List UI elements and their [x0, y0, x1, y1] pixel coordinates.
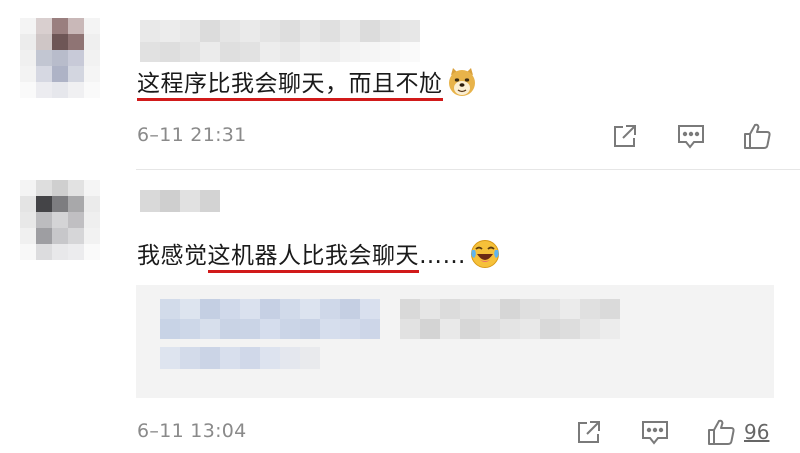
- avatar[interactable]: [20, 180, 100, 260]
- share-icon: [614, 125, 636, 147]
- comment-text-after: ……: [419, 243, 466, 269]
- like-icon: [708, 419, 735, 445]
- share-icon: [578, 421, 600, 443]
- reply-button[interactable]: [674, 120, 708, 152]
- share-button[interactable]: [608, 120, 642, 152]
- comment-item: 这程序比我会聊天，而且不尬 6–11 21:31: [0, 0, 800, 170]
- reply-button[interactable]: [638, 416, 672, 448]
- quoted-post-blurred-text: [160, 347, 320, 369]
- like-button[interactable]: [704, 416, 738, 448]
- comment-actions: 96: [572, 416, 769, 448]
- quoted-post-blurred-text: [160, 299, 380, 339]
- quoted-post-blurred-text: [400, 299, 620, 339]
- comment-icon: [642, 421, 668, 445]
- like-count[interactable]: 96: [744, 420, 769, 444]
- laughing-tears-emoji-icon: [469, 238, 501, 270]
- comment-timestamp: 6–11 13:04: [137, 420, 247, 442]
- like-icon: [744, 123, 771, 149]
- comment-text-plain: 我感觉: [137, 243, 208, 269]
- username-blurred[interactable]: [140, 190, 220, 212]
- comment-actions: [608, 120, 774, 152]
- comment-item: 我感觉这机器人比我会聊天…… 6–11 13:04 96: [0, 170, 800, 453]
- comment-timestamp: 6–11 21:31: [137, 124, 247, 146]
- comment-text: 这程序比我会聊天，而且不尬: [137, 64, 478, 101]
- comment-text-highlight: 这机器人比我会聊天: [207, 243, 419, 273]
- comment-text-highlight: 这程序比我会聊天，而且不尬: [137, 71, 443, 101]
- share-button[interactable]: [572, 416, 606, 448]
- comment-text: 我感觉这机器人比我会聊天……: [137, 236, 501, 273]
- doge-emoji-icon: [446, 66, 478, 98]
- avatar[interactable]: [20, 18, 100, 98]
- like-button[interactable]: [740, 120, 774, 152]
- comment-icon: [678, 125, 704, 149]
- quoted-post[interactable]: [136, 285, 774, 398]
- username-blurred[interactable]: [140, 20, 420, 62]
